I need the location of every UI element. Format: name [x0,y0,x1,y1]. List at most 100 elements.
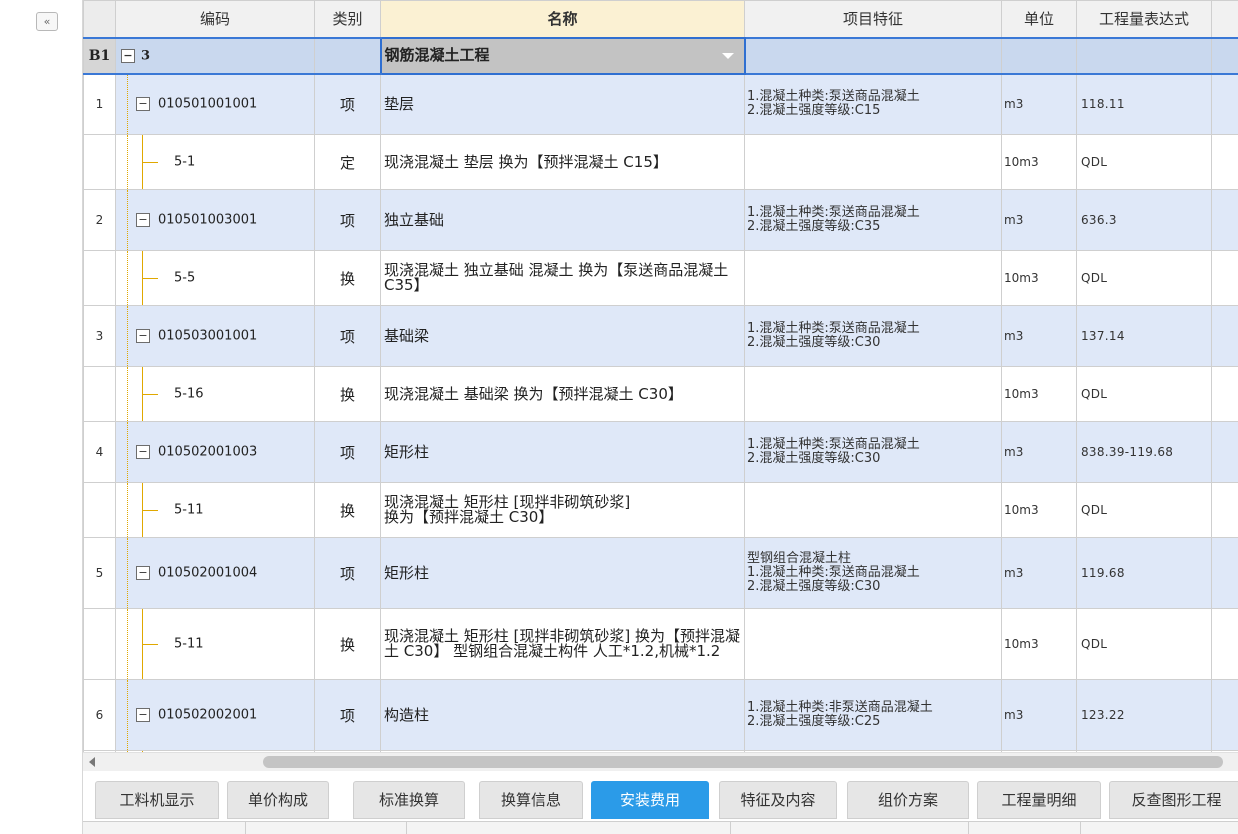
expr-cell[interactable]: QDL [1076,608,1212,680]
feature-cell[interactable] [744,250,1002,306]
name-cell[interactable]: 独立基础 [380,189,745,251]
collapse-minus-icon[interactable]: − [136,213,150,227]
group-unit[interactable] [1001,36,1077,75]
tab-9[interactable]: 反查图形工程 [1109,781,1238,819]
name-cell[interactable]: 基础梁 [380,305,745,367]
tab-3[interactable]: 标准换算 [353,781,465,819]
unit-cell[interactable]: m3 [1001,73,1077,135]
expr-cell[interactable]: QDL [1076,250,1212,306]
code-cell[interactable]: −010503001001 [115,305,315,367]
quota-row[interactable]: 5-1 定现浇混凝土 垫层 换为【预拌混凝土 C15】 10m3 QDL [83,134,1238,190]
bill-item-row[interactable]: 2−010501003001 项独立基础 1.混凝土种类:泵送商品混凝土 2.混凝土强… [83,189,1238,251]
tab-5[interactable]: 安装费用 [591,781,709,819]
expr-cell[interactable]: 123.22 [1076,679,1212,751]
group-feature[interactable] [744,36,1002,75]
type-cell[interactable]: 项 [314,421,381,483]
header-feature[interactable]: 项目特征 [744,0,1002,38]
unit-cell[interactable]: 10m3 [1001,134,1077,190]
tab-2[interactable]: 单价构成 [227,781,329,819]
tab-6[interactable]: 特征及内容 [719,781,837,819]
code-cell[interactable]: 5-1 [115,134,315,190]
tab-8[interactable]: 工程量明细 [977,781,1101,819]
name-cell[interactable]: 现浇混凝土 独立基础 混凝土 换为【泵送商品混凝土 C35】 [380,250,745,306]
feature-cell[interactable]: 型钢组合混凝土柱 1.混凝土种类:泵送商品混凝土 2.混凝土强度等级:C30 [744,537,1002,609]
name-cell[interactable]: 现浇混凝土 基础梁 换为【预拌混凝土 C30】 [380,366,745,422]
expr-cell[interactable]: 636.3 [1076,189,1212,251]
expr-cell[interactable]: 119.68 [1076,537,1212,609]
type-cell[interactable]: 项 [314,73,381,135]
chevron-down-icon[interactable] [721,52,734,59]
code-cell[interactable]: −010501003001 [115,189,315,251]
unit-cell[interactable]: m3 [1001,679,1077,751]
feature-cell[interactable]: 1.混凝土种类:非泵送商品混凝土 2.混凝土强度等级:C25 [744,679,1002,751]
name-cell[interactable]: 垫层 [380,73,745,135]
collapse-minus-icon[interactable]: − [136,708,150,722]
collapse-minus-icon[interactable]: − [121,48,135,63]
group-code-cell[interactable]: − 3 [115,36,315,75]
unit-cell[interactable]: m3 [1001,421,1077,483]
code-cell[interactable]: 5-11 [115,608,315,680]
code-cell[interactable]: −010502001004 [115,537,315,609]
header-name[interactable]: 名称 [380,0,745,38]
name-cell[interactable]: 现浇混凝土 垫层 换为【预拌混凝土 C15】 [380,134,745,190]
name-cell[interactable]: 现浇混凝土 矩形柱 [现拌非砌筑砂浆] 换为【预拌混凝土 C30】 型钢组合混凝… [380,608,745,680]
group-expr[interactable] [1076,36,1212,75]
name-cell[interactable]: 矩形柱 [380,421,745,483]
code-cell[interactable]: 5-5 [115,250,315,306]
feature-cell[interactable] [744,366,1002,422]
name-cell[interactable]: 构造柱 [380,679,745,751]
header-unit[interactable]: 单位 [1001,0,1077,38]
quota-row[interactable]: 5-5 换现浇混凝土 独立基础 混凝土 换为【泵送商品混凝土 C35】 10m3 QD… [83,250,1238,306]
name-cell[interactable]: 现浇混凝土 矩形柱 [现拌非砌筑砂浆] 换为【预拌混凝土 C30】 [380,482,745,538]
feature-cell[interactable]: 1.混凝土种类:泵送商品混凝土 2.混凝土强度等级:C35 [744,189,1002,251]
collapse-panel-icon[interactable]: « [36,12,58,31]
tab-7[interactable]: 组价方案 [847,781,969,819]
unit-cell[interactable]: m3 [1001,189,1077,251]
header-type[interactable]: 类别 [314,0,381,38]
scrollbar-thumb[interactable] [263,756,1223,768]
code-cell[interactable]: 5-16 [115,366,315,422]
expr-cell[interactable]: 838.39-119.68 [1076,421,1212,483]
collapse-minus-icon[interactable]: − [136,329,150,343]
group-row[interactable]: B1 − 3 钢筋混凝土工程 [83,36,1238,75]
feature-cell[interactable]: 1.混凝土种类:泵送商品混凝土 2.混凝土强度等级:C30 [744,305,1002,367]
header-expr[interactable]: 工程量表达式 [1076,0,1212,38]
horizontal-scrollbar[interactable] [83,752,1238,771]
expr-cell[interactable]: 137.14 [1076,305,1212,367]
type-cell[interactable]: 项 [314,537,381,609]
bill-item-row[interactable]: 6−010502002001 项构造柱 1.混凝土种类:非泵送商品混凝土 2.混凝土强… [83,679,1238,751]
code-cell[interactable]: −010502001003 [115,421,315,483]
expr-cell[interactable]: QDL [1076,482,1212,538]
type-cell[interactable]: 换 [314,608,381,680]
feature-cell[interactable] [744,134,1002,190]
unit-cell[interactable]: 10m3 [1001,482,1077,538]
code-cell[interactable]: −010502002001 [115,679,315,751]
unit-cell[interactable]: m3 [1001,305,1077,367]
quota-row[interactable]: 5-16 换现浇混凝土 基础梁 换为【预拌混凝土 C30】 10m3 QDL [83,366,1238,422]
type-cell[interactable]: 换 [314,250,381,306]
bill-item-row[interactable]: 4−010502001003 项矩形柱 1.混凝土种类:泵送商品混凝土 2.混凝土强度… [83,421,1238,483]
header-code[interactable]: 编码 [115,0,315,38]
code-cell[interactable]: −010501001001 [115,73,315,135]
code-cell[interactable]: 5-11 [115,482,315,538]
bill-item-row[interactable]: 1−010501001001 项垫层 1.混凝土种类:泵送商品混凝土 2.混凝土强度等… [83,73,1238,135]
quota-row[interactable]: 5-11 换现浇混凝土 矩形柱 [现拌非砌筑砂浆] 换为【预拌混凝土 C30】 型… [83,608,1238,680]
scroll-left-arrow-icon[interactable] [89,757,95,767]
bill-item-row[interactable]: 5−010502001004 项矩形柱 型钢组合混凝土柱 1.混凝土种类:泵送商品混凝… [83,537,1238,609]
type-cell[interactable]: 项 [314,189,381,251]
expr-cell[interactable]: 118.11 [1076,73,1212,135]
feature-cell[interactable] [744,482,1002,538]
collapse-minus-icon[interactable]: − [136,566,150,580]
group-name-select[interactable]: 钢筋混凝土工程 [379,36,746,75]
expr-cell[interactable]: QDL [1076,366,1212,422]
feature-cell[interactable]: 1.混凝土种类:泵送商品混凝土 2.混凝土强度等级:C15 [744,73,1002,135]
tab-1[interactable]: 工料机显示 [95,781,219,819]
unit-cell[interactable]: 10m3 [1001,608,1077,680]
name-cell[interactable]: 矩形柱 [380,537,745,609]
type-cell[interactable]: 换 [314,366,381,422]
unit-cell[interactable]: 10m3 [1001,250,1077,306]
tab-4[interactable]: 换算信息 [479,781,583,819]
collapse-minus-icon[interactable]: − [136,97,150,112]
collapse-minus-icon[interactable]: − [136,445,150,459]
type-cell[interactable]: 定 [314,134,381,190]
